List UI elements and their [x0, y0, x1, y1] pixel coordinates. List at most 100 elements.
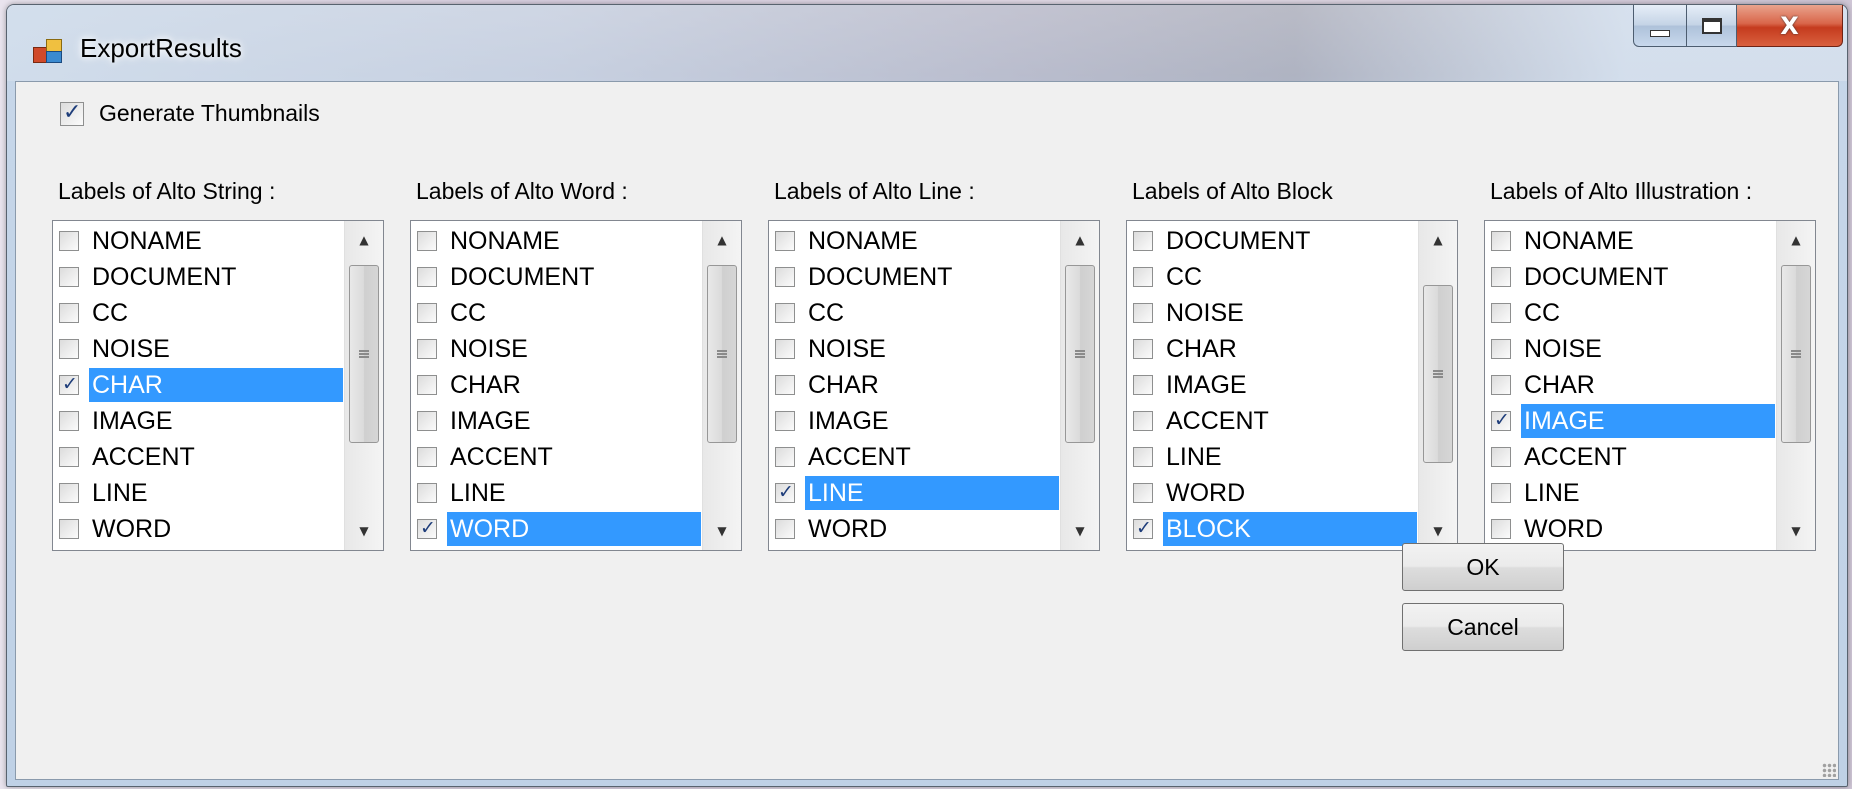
item-checkbox[interactable]	[59, 267, 79, 287]
vertical-scrollbar[interactable]: ▲ ▼	[344, 221, 383, 550]
item-checkbox[interactable]	[59, 231, 79, 251]
item-checkbox[interactable]	[417, 339, 437, 359]
item-checkbox[interactable]	[417, 483, 437, 503]
item-checkbox[interactable]	[775, 447, 795, 467]
item-checkbox[interactable]	[1491, 409, 1511, 431]
scroll-thumb[interactable]	[707, 265, 737, 443]
list-item[interactable]: WORD	[1127, 475, 1417, 511]
vertical-scrollbar[interactable]: ▲ ▼	[1418, 221, 1457, 550]
checked-listbox-line[interactable]: NONAME DOCUMENT CC NOISE CHAR IMAGE ACCENT LINE…	[768, 220, 1100, 551]
vertical-scrollbar[interactable]: ▲ ▼	[1060, 221, 1099, 550]
item-checkbox[interactable]	[59, 519, 79, 539]
item-checkbox[interactable]	[1491, 231, 1511, 251]
list-item[interactable]: NOISE	[53, 331, 343, 367]
list-item[interactable]: LINE	[411, 475, 701, 511]
list-item[interactable]: DOCUMENT	[53, 259, 343, 295]
item-checkbox[interactable]	[775, 411, 795, 431]
item-checkbox[interactable]	[59, 447, 79, 467]
scroll-up-arrow-icon[interactable]: ▲	[1419, 223, 1457, 257]
list-item[interactable]: LINE	[1127, 439, 1417, 475]
item-checkbox[interactable]	[1133, 483, 1153, 503]
list-item[interactable]: WORD	[411, 511, 701, 547]
scroll-up-arrow-icon[interactable]: ▲	[1777, 223, 1815, 257]
list-item[interactable]: DOCUMENT	[1485, 259, 1775, 295]
item-checkbox[interactable]	[417, 411, 437, 431]
list-item[interactable]: NONAME	[411, 223, 701, 259]
item-checkbox[interactable]	[1133, 447, 1153, 467]
scroll-thumb[interactable]	[349, 265, 379, 443]
list-item[interactable]: IMAGE	[769, 403, 1059, 439]
list-item[interactable]: LINE	[1485, 475, 1775, 511]
list-item[interactable]: CHAR	[1127, 331, 1417, 367]
list-item[interactable]: BLOCK	[1127, 511, 1417, 547]
scroll-down-arrow-icon[interactable]: ▼	[345, 514, 383, 548]
item-checkbox[interactable]	[1491, 267, 1511, 287]
list-item[interactable]: IMAGE	[53, 403, 343, 439]
list-item[interactable]: WORD	[53, 511, 343, 547]
list-item[interactable]: CC	[1127, 259, 1417, 295]
scroll-up-arrow-icon[interactable]: ▲	[703, 223, 741, 257]
generate-thumbnails-check-icon[interactable]	[60, 100, 84, 126]
resize-grip[interactable]	[1822, 763, 1836, 777]
list-item[interactable]: LINE	[769, 475, 1059, 511]
list-item[interactable]: CC	[411, 295, 701, 331]
list-item[interactable]: NOISE	[769, 331, 1059, 367]
scroll-up-arrow-icon[interactable]: ▲	[1061, 223, 1099, 257]
item-checkbox[interactable]	[1133, 339, 1153, 359]
close-button[interactable]: X	[1737, 5, 1843, 47]
item-checkbox[interactable]	[775, 267, 795, 287]
item-checkbox[interactable]	[775, 303, 795, 323]
item-checkbox[interactable]	[1491, 519, 1511, 539]
item-checkbox[interactable]	[775, 231, 795, 251]
list-item[interactable]: IMAGE	[1485, 403, 1775, 439]
item-checkbox[interactable]	[775, 375, 795, 395]
item-checkbox[interactable]	[1133, 375, 1153, 395]
generate-thumbnails-checkbox[interactable]: Generate Thumbnails	[60, 100, 320, 127]
scroll-thumb[interactable]	[1781, 265, 1811, 443]
list-item[interactable]: NONAME	[769, 223, 1059, 259]
list-item[interactable]: IMAGE	[1127, 367, 1417, 403]
scroll-down-arrow-icon[interactable]: ▼	[1061, 514, 1099, 548]
item-checkbox[interactable]	[417, 517, 437, 539]
item-checkbox[interactable]	[59, 411, 79, 431]
list-item[interactable]: CHAR	[1485, 367, 1775, 403]
maximize-button[interactable]	[1687, 5, 1737, 47]
list-item[interactable]: CHAR	[769, 367, 1059, 403]
item-checkbox[interactable]	[1133, 303, 1153, 323]
list-item[interactable]: DOCUMENT	[769, 259, 1059, 295]
checked-listbox-illustration[interactable]: NONAME DOCUMENT CC NOISE CHAR IMAGE ACCENT LINE…	[1484, 220, 1816, 551]
item-checkbox[interactable]	[1491, 447, 1511, 467]
item-checkbox[interactable]	[59, 483, 79, 503]
list-item[interactable]: CC	[769, 295, 1059, 331]
list-item[interactable]: CC	[53, 295, 343, 331]
list-item[interactable]: CC	[1485, 295, 1775, 331]
list-item[interactable]: IMAGE	[411, 403, 701, 439]
ok-button[interactable]: OK	[1402, 543, 1564, 591]
list-item[interactable]: ACCENT	[1485, 439, 1775, 475]
vertical-scrollbar[interactable]: ▲ ▼	[702, 221, 741, 550]
list-item[interactable]: NOISE	[1127, 295, 1417, 331]
cancel-button[interactable]: Cancel	[1402, 603, 1564, 651]
item-checkbox[interactable]	[1133, 517, 1153, 539]
checked-listbox-string[interactable]: NONAME DOCUMENT CC NOISE CHAR IMAGE ACCENT LINE…	[52, 220, 384, 551]
item-checkbox[interactable]	[775, 519, 795, 539]
checked-listbox-block[interactable]: DOCUMENT CC NOISE CHAR IMAGE ACCENT LINE WORD BL…	[1126, 220, 1458, 551]
item-checkbox[interactable]	[1133, 411, 1153, 431]
scroll-down-arrow-icon[interactable]: ▼	[703, 514, 741, 548]
list-item[interactable]: NONAME	[1485, 223, 1775, 259]
list-item[interactable]: ACCENT	[1127, 403, 1417, 439]
list-item[interactable]: WORD	[769, 511, 1059, 547]
item-checkbox[interactable]	[1133, 267, 1153, 287]
item-checkbox[interactable]	[417, 231, 437, 251]
checked-listbox-word[interactable]: NONAME DOCUMENT CC NOISE CHAR IMAGE ACCENT LINE…	[410, 220, 742, 551]
item-checkbox[interactable]	[775, 339, 795, 359]
item-checkbox[interactable]	[417, 267, 437, 287]
scroll-thumb[interactable]	[1065, 265, 1095, 443]
list-item[interactable]: DOCUMENT	[1127, 223, 1417, 259]
minimize-button[interactable]	[1633, 5, 1687, 47]
list-item[interactable]: DOCUMENT	[411, 259, 701, 295]
item-checkbox[interactable]	[1491, 375, 1511, 395]
item-checkbox[interactable]	[59, 373, 79, 395]
item-checkbox[interactable]	[59, 339, 79, 359]
scroll-up-arrow-icon[interactable]: ▲	[345, 223, 383, 257]
